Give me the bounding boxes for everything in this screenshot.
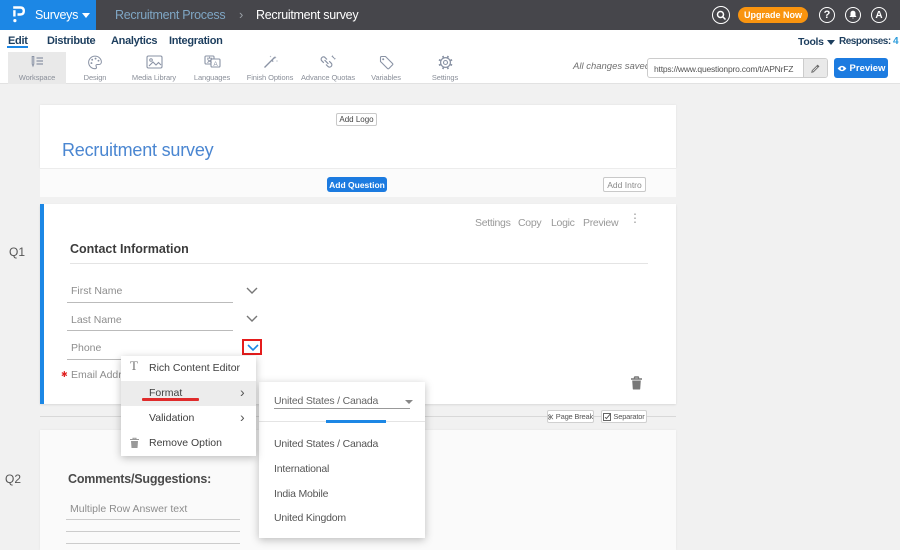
- svg-text:A: A: [213, 61, 218, 68]
